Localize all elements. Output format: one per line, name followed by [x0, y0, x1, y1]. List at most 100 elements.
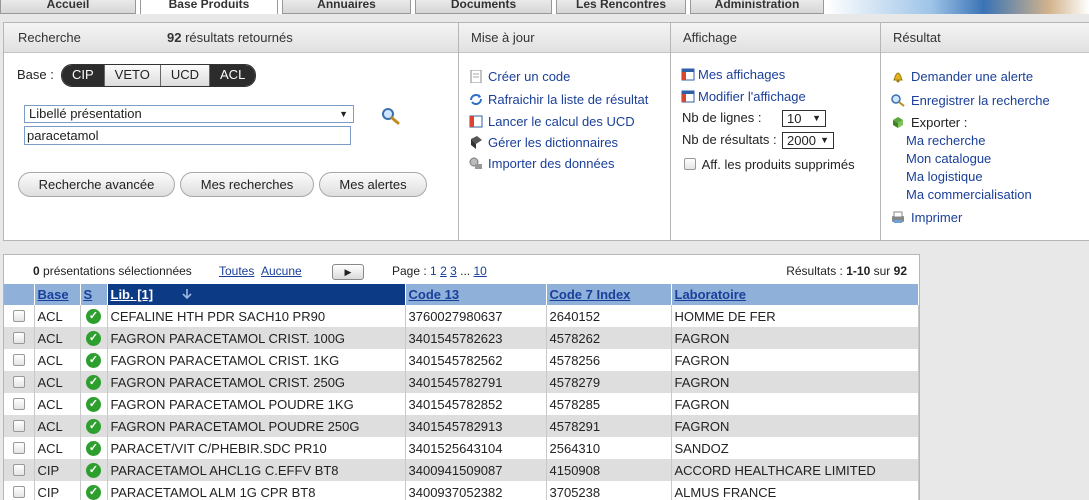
my-searches-button[interactable]: Mes recherches	[180, 172, 314, 197]
compute-ucd-link[interactable]: Lancer le calcul des UCD	[469, 114, 635, 129]
results-count-select[interactable]: 2000 ▼	[782, 132, 834, 149]
cell-libelle[interactable]: PARACETAMOL AHCL1G C.EFFV BT8	[107, 459, 406, 481]
refresh-results-link[interactable]: Rafraichir la liste de résultat	[469, 92, 648, 107]
col-laboratoire[interactable]: Laboratoire	[671, 284, 919, 305]
row-select[interactable]	[4, 327, 35, 349]
next-page-icon[interactable]: ▶	[332, 264, 364, 280]
cell-status: ✓	[80, 305, 108, 327]
col-code7[interactable]: Code 7 Index	[546, 284, 672, 305]
base-toggle-group: CIP VETO UCD ACL	[61, 64, 257, 87]
cell-libelle[interactable]: CEFALINE HTH PDR SACH10 PR90	[107, 305, 406, 327]
request-alert-link[interactable]: Demander une alerte	[891, 69, 1033, 84]
row-select[interactable]	[4, 305, 35, 327]
col-code13[interactable]: Code 13	[405, 284, 547, 305]
table-row[interactable]: ACL ✓ FAGRON PARACETAMOL POUDRE 1KG 3401545…	[4, 393, 919, 415]
advanced-search-button[interactable]: Recherche avancée	[18, 172, 175, 197]
nav-tab-base-produits[interactable]: Base Produits	[140, 0, 278, 14]
table-row[interactable]: ACL ✓ FAGRON PARACETAMOL POUDRE 250G 340154…	[4, 415, 919, 437]
row-select[interactable]	[4, 371, 35, 393]
row-checkbox[interactable]	[12, 419, 25, 432]
show-deleted-checkbox[interactable]	[684, 158, 696, 170]
select-none-link[interactable]: Aucune	[261, 264, 302, 278]
print-link[interactable]: Imprimer	[891, 210, 962, 225]
base-toggle-acl[interactable]: ACL	[210, 65, 256, 86]
table-row[interactable]: ACL ✓ PARACET/VIT C/PHEBIR.SDC PR10 3401525…	[4, 437, 919, 459]
manage-dictionaries-link[interactable]: Gérer les dictionnaires	[469, 135, 618, 150]
edit-display-link[interactable]: Modifier l'affichage	[681, 89, 806, 104]
table-row[interactable]: ACL ✓ CEFALINE HTH PDR SACH10 PR90 37600279…	[4, 305, 919, 327]
sort-down-icon[interactable]	[181, 288, 193, 300]
base-toggle-veto[interactable]: VETO	[104, 65, 161, 86]
export-my-catalog-link[interactable]: Mon catalogue	[906, 151, 991, 166]
row-select[interactable]	[4, 459, 35, 481]
row-select[interactable]	[4, 349, 35, 371]
export-my-search-link[interactable]: Ma recherche	[906, 133, 985, 148]
last-page-link[interactable]: 10	[474, 264, 487, 278]
col-base[interactable]: Base	[34, 284, 81, 305]
cell-code13: 3401545782852	[405, 393, 547, 415]
search-field-select[interactable]: Libellé présentation ▼	[24, 105, 354, 123]
table-row[interactable]: ACL ✓ FAGRON PARACETAMOL CRIST. 1KG 3401545…	[4, 349, 919, 371]
row-checkbox[interactable]	[12, 353, 25, 366]
row-select[interactable]	[4, 437, 35, 459]
nav-tab-accueil[interactable]: Accueil	[0, 0, 136, 14]
row-checkbox[interactable]	[12, 463, 25, 476]
cell-code13: 3400941509087	[405, 459, 547, 481]
search-panel-header: Recherche 92 résultats retournés	[4, 23, 458, 53]
export-my-logistics-link[interactable]: Ma logistique	[906, 169, 983, 184]
row-checkbox[interactable]	[12, 375, 25, 388]
base-toggle-cip[interactable]: CIP	[62, 65, 105, 86]
cell-libelle[interactable]: FAGRON PARACETAMOL CRIST. 1KG	[107, 349, 406, 371]
export-my-marketing-link[interactable]: Ma commercialisation	[906, 187, 1032, 202]
cell-libelle[interactable]: FAGRON PARACETAMOL POUDRE 1KG	[107, 393, 406, 415]
nav-tab-documents[interactable]: Documents	[415, 0, 552, 14]
page-1-link[interactable]: 1	[430, 264, 437, 278]
row-checkbox[interactable]	[12, 485, 25, 498]
page-2-link[interactable]: 2	[440, 264, 447, 278]
display-icon	[681, 90, 695, 103]
my-alerts-button[interactable]: Mes alertes	[319, 172, 427, 197]
table-row[interactable]: CIP ✓ PARACETAMOL ALM 1G CPR BT8 3400937052…	[4, 481, 919, 500]
row-select[interactable]	[4, 481, 35, 500]
page-3-link[interactable]: 3	[450, 264, 457, 278]
row-checkbox[interactable]	[12, 331, 25, 344]
table-row[interactable]: ACL ✓ FAGRON PARACETAMOL CRIST. 100G 340154…	[4, 327, 919, 349]
save-search-link[interactable]: Enregistrer la recherche	[891, 93, 1050, 108]
cell-libelle[interactable]: FAGRON PARACETAMOL CRIST. 100G	[107, 327, 406, 349]
cell-libelle[interactable]: PARACET/VIT C/PHEBIR.SDC PR10	[107, 437, 406, 459]
show-deleted-option[interactable]: Aff. les produits supprimés	[684, 157, 855, 172]
search-input[interactable]: paracetamol	[24, 126, 351, 145]
nav-tab-annuaires[interactable]: Annuaires	[282, 0, 411, 14]
select-all-link[interactable]: Toutes	[219, 264, 254, 278]
search-icon[interactable]	[381, 107, 401, 125]
row-select[interactable]	[4, 415, 35, 437]
lines-select[interactable]: 10 ▼	[782, 110, 826, 127]
import-data-link[interactable]: Importer des données	[469, 156, 614, 171]
col-libelle[interactable]: Lib. [1]	[107, 284, 406, 305]
row-checkbox[interactable]	[12, 309, 25, 322]
check-icon: ✓	[86, 397, 101, 413]
col-status[interactable]: S	[80, 284, 108, 305]
row-checkbox[interactable]	[12, 397, 25, 410]
nav-tab-les-rencontres[interactable]: Les Rencontres	[556, 0, 686, 14]
check-icon: ✓	[86, 463, 101, 479]
lines-label: Nb de lignes :	[682, 110, 762, 125]
create-code-link[interactable]: Créer un code	[469, 69, 570, 84]
cell-libelle[interactable]: FAGRON PARACETAMOL CRIST. 250G	[107, 371, 406, 393]
save-search-icon	[891, 94, 905, 107]
table-row[interactable]: CIP ✓ PARACETAMOL AHCL1G C.EFFV BT8 3400941…	[4, 459, 919, 481]
base-toggle-ucd[interactable]: UCD	[160, 65, 211, 86]
row-select[interactable]	[4, 393, 35, 415]
nav-tab-administration[interactable]: Administration	[690, 0, 824, 14]
cell-code7: 4578285	[546, 393, 672, 415]
cell-libelle[interactable]: FAGRON PARACETAMOL POUDRE 250G	[107, 415, 406, 437]
row-checkbox[interactable]	[12, 441, 25, 454]
search-header-label: Recherche	[18, 30, 81, 45]
result-panel: Résultat Demander une alerte Enregistrer…	[880, 22, 1089, 241]
cell-libelle[interactable]: PARACETAMOL ALM 1G CPR BT8	[107, 481, 406, 500]
cell-status: ✓	[80, 437, 108, 459]
check-icon: ✓	[86, 485, 101, 500]
cell-code7: 2564310	[546, 437, 672, 459]
my-displays-link[interactable]: Mes affichages	[681, 67, 785, 82]
table-row[interactable]: ACL ✓ FAGRON PARACETAMOL CRIST. 250G 340154…	[4, 371, 919, 393]
